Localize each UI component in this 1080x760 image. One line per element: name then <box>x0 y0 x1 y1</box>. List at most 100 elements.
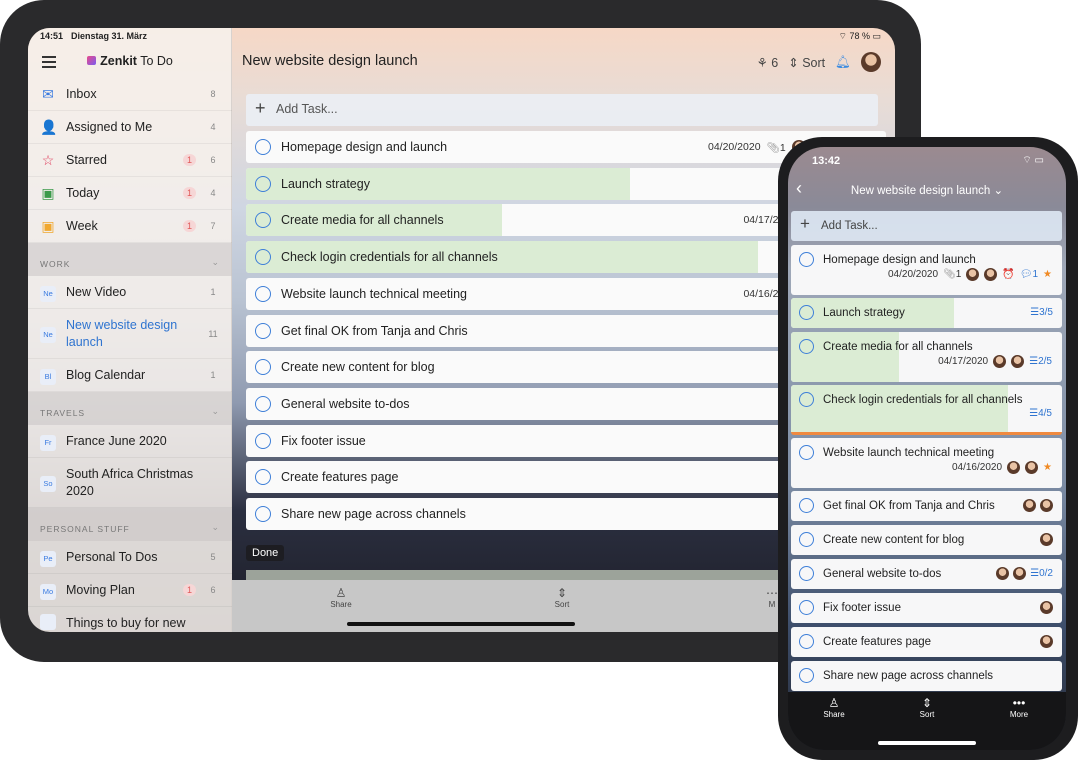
sidebar-item-starred[interactable]: ☆ Starred 1 6 <box>28 144 232 177</box>
complete-checkbox[interactable] <box>799 339 814 354</box>
phone-add-task-input[interactable]: + Add Task... <box>791 211 1062 241</box>
list-abbr-icon: So <box>40 473 56 492</box>
task-line: Create new content for blog <box>791 525 1062 554</box>
subtask-count: ☰0/2 <box>1030 568 1053 579</box>
checklist-icon: ☰ <box>1029 408 1039 419</box>
task-meta: ☰3/5 <box>1030 307 1062 318</box>
sidebar-list-item[interactable]: Bl Blog Calendar 1 <box>28 359 232 392</box>
complete-checkbox[interactable] <box>799 305 814 320</box>
attachment-count: 📎︎1 <box>766 141 786 154</box>
assignee-avatar <box>1011 355 1025 368</box>
section-header-personal-stuff[interactable]: PERSONAL STUFF ⌄ <box>28 508 232 541</box>
status-date: Dienstag 31. März <box>71 31 148 41</box>
sidebar-list-item[interactable]: Fr France June 2020 <box>28 425 232 458</box>
complete-checkbox[interactable] <box>255 432 271 449</box>
complete-checkbox[interactable] <box>799 445 814 460</box>
phone-task-row[interactable]: Share new page across channels <box>791 661 1062 691</box>
sidebar-list-item[interactable]: Mo Moving Plan 1 6 <box>28 574 232 607</box>
complete-checkbox[interactable] <box>799 600 814 615</box>
phone-task-row[interactable]: Create new content for blog <box>791 525 1062 555</box>
phone-task-row[interactable]: Fix footer issue <box>791 593 1062 623</box>
checklist-icon: ☰ <box>1030 568 1040 579</box>
list-abbr-icon <box>40 613 56 633</box>
more-button[interactable]: ••• More <box>999 696 1039 719</box>
list-abbr-icon: Ne <box>40 283 56 302</box>
phone-task-row[interactable]: Get final OK from Tanja and Chris <box>791 491 1062 521</box>
home-indicator <box>878 741 976 745</box>
phone-task-row[interactable]: Create features page <box>791 627 1062 657</box>
complete-checkbox[interactable] <box>255 469 271 486</box>
complete-checkbox[interactable] <box>799 252 814 267</box>
phone-task-row[interactable]: Create media for all channels 04/17/2020 ☰… <box>791 332 1062 382</box>
user-avatar[interactable] <box>861 52 881 72</box>
phone-task-row[interactable]: Check login credentials for all channels… <box>791 385 1062 435</box>
paperclip-icon: 📎︎ <box>943 269 956 280</box>
complete-checkbox[interactable] <box>255 395 271 412</box>
list-abbr <box>40 613 56 630</box>
complete-checkbox[interactable] <box>255 285 271 302</box>
phone-task-row[interactable]: Homepage design and launch 04/20/2020 📎︎1 ⏰… <box>791 245 1062 295</box>
sidebar-list-item[interactable]: Things to buy for new <box>28 607 232 632</box>
task-title: Homepage design and launch <box>823 253 976 266</box>
calendar-week-icon: ▣ <box>41 217 55 234</box>
task-title: Website launch technical meeting <box>281 286 467 301</box>
complete-checkbox[interactable] <box>255 175 271 192</box>
sort-button[interactable]: ⇕ Sort <box>907 696 947 719</box>
sidebar-list-item[interactable]: So South Africa Christmas 2020 <box>28 458 232 508</box>
complete-checkbox[interactable] <box>255 359 271 376</box>
chevron-down-icon[interactable]: ⌄ <box>211 522 220 533</box>
sort-bottom-button[interactable]: ⇕ Sort <box>542 586 582 609</box>
tablet-screen: 14:51 Dienstag 31. März Zenkit To Do ✉ Inb… <box>28 28 895 632</box>
phone-task-row[interactable]: General website to-dos ☰0/2 <box>791 559 1062 589</box>
phone-title[interactable]: New website design launch ⌄ <box>788 183 1066 197</box>
section-header-work[interactable]: WORK ⌄ <box>28 243 232 276</box>
chevron-down-icon[interactable]: ⌄ <box>211 406 220 417</box>
list-abbr: Ne <box>40 285 56 302</box>
share-button[interactable]: ♙ Share <box>321 586 361 609</box>
sidebar-item-assigned-to-me[interactable]: 👤 Assigned to Me 4 <box>28 111 232 144</box>
chevron-down-icon[interactable]: ⌄ <box>211 257 220 268</box>
item-count: 1 <box>210 370 216 380</box>
sidebar-list-item[interactable]: Pe Personal To Dos 5 <box>28 541 232 574</box>
complete-checkbox[interactable] <box>799 566 814 581</box>
star-icon[interactable]: ★ <box>1043 269 1052 280</box>
comment-icon: 💬︎ <box>1019 269 1033 280</box>
phone-task-row[interactable]: Website launch technical meeting 04/16/20… <box>791 438 1062 488</box>
section-header-travels[interactable]: TRAVELS ⌄ <box>28 392 232 425</box>
done-section-label[interactable]: Done <box>246 545 285 561</box>
complete-checkbox[interactable] <box>799 532 814 547</box>
members-button[interactable]: ⚘ 6 <box>757 55 779 70</box>
share-icon: ♙ <box>335 586 347 600</box>
members-icon: ⚘ <box>756 55 768 70</box>
sidebar-item-today[interactable]: ▣ Today 1 4 <box>28 177 232 210</box>
task-title: General website to-dos <box>823 567 942 580</box>
sidebar-item-inbox[interactable]: ✉ Inbox 8 <box>28 78 232 111</box>
complete-checkbox[interactable] <box>255 506 271 522</box>
phone-task-row[interactable]: Launch strategy ☰3/5 <box>791 298 1062 328</box>
item-count: 6 <box>210 155 216 165</box>
sidebar-list-item[interactable]: Ne New Video 1 <box>28 276 232 309</box>
task-meta <box>1040 635 1062 648</box>
share-button[interactable]: ♙ Share <box>814 696 854 719</box>
list-abbr-icon: Ne <box>40 324 56 343</box>
task-title: Create features page <box>823 635 932 648</box>
complete-checkbox[interactable] <box>799 668 814 683</box>
bell-icon[interactable]: 🔔︎ <box>835 55 851 70</box>
complete-checkbox[interactable] <box>799 634 814 649</box>
reminder-icon: ⏰ <box>1002 269 1015 280</box>
add-task-input[interactable]: + Add Task... <box>246 94 878 126</box>
star-icon[interactable]: ★ <box>1043 462 1052 473</box>
assignee-avatar <box>1040 499 1053 512</box>
sort-button[interactable]: ⇕ Sort <box>788 55 825 70</box>
complete-checkbox[interactable] <box>255 249 271 266</box>
sidebar: 14:51 Dienstag 31. März Zenkit To Do ✉ Inb… <box>28 28 232 632</box>
complete-checkbox[interactable] <box>255 322 271 339</box>
sidebar-item-week[interactable]: ▣ Week 1 7 <box>28 210 232 243</box>
complete-checkbox[interactable] <box>799 392 814 407</box>
phone-device: 13:42 ⌔ ▭ ‹ New website design launch ⌄ … <box>778 137 1078 760</box>
sidebar-list-item[interactable]: Ne New website design launch 11 <box>28 309 232 359</box>
plus-icon: + <box>800 214 810 233</box>
complete-checkbox[interactable] <box>799 498 814 513</box>
complete-checkbox[interactable] <box>255 139 271 155</box>
item-count: 11 <box>208 328 218 339</box>
